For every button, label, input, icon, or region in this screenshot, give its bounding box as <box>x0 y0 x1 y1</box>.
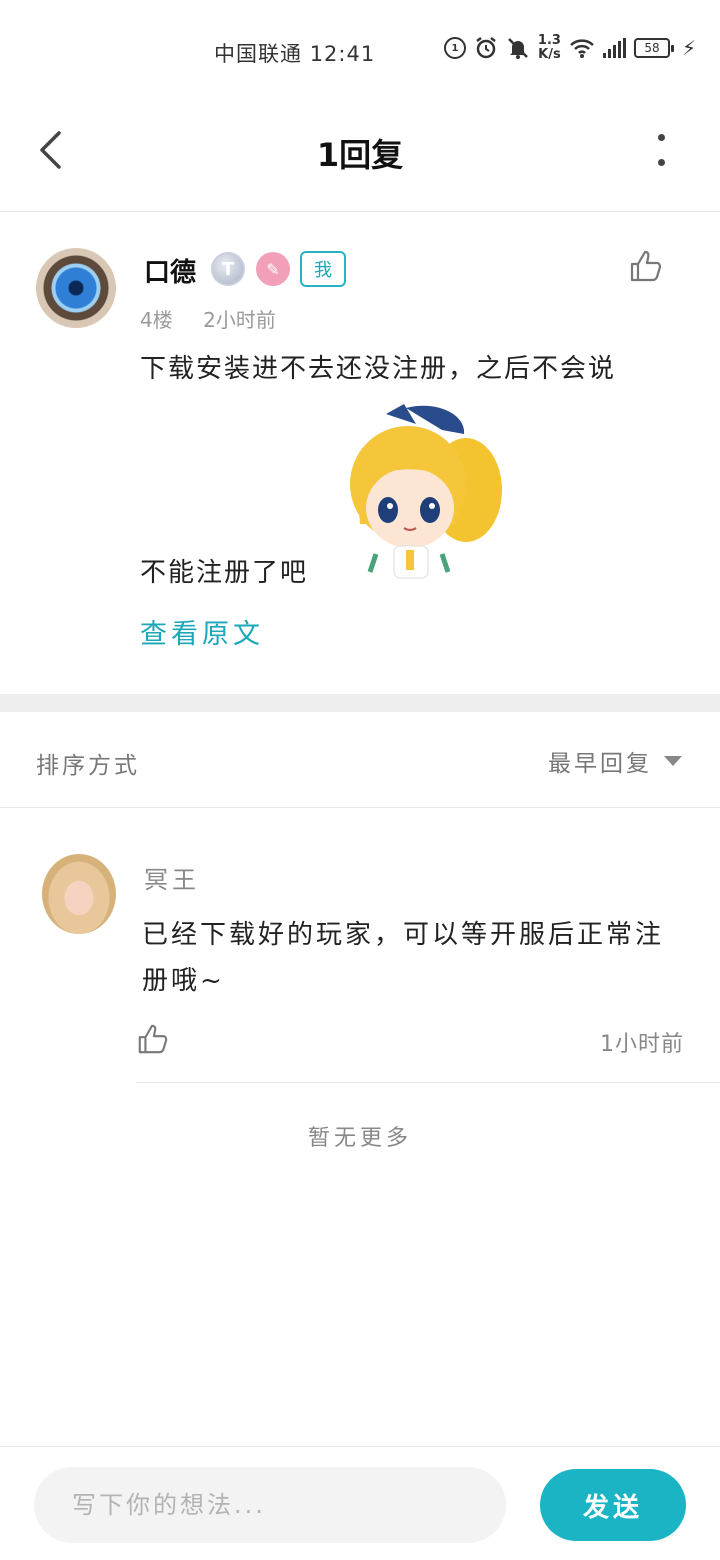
page-title: 1回复 <box>316 136 404 174</box>
sort-row: 排序方式 最早回复 <box>0 712 720 808</box>
reply-divider <box>136 1082 720 1083</box>
reply-author-name[interactable]: 冥王 <box>144 860 200 895</box>
network-speed-unit: K/s <box>538 47 561 62</box>
battery-level: 58 <box>644 41 660 55</box>
more-options-button[interactable] <box>646 134 676 166</box>
sort-label: 排序方式 <box>36 753 140 779</box>
post-text-line1: 下载安装进不去还没注册，之后不会说 <box>140 354 617 384</box>
network-speed-value: 1.3 <box>537 33 561 48</box>
floor-number: 4楼 <box>140 308 173 332</box>
nav-bar: 1回复 <box>0 100 720 212</box>
post-meta: 4楼 2小时前 <box>140 304 300 333</box>
reply-time: 1小时前 <box>600 1032 684 1057</box>
status-carrier: 中国联通 12:41 <box>214 38 375 68</box>
author-avatar[interactable] <box>36 248 116 328</box>
me-badge: 我 <box>300 251 346 287</box>
battery-icon: 58 <box>633 38 674 58</box>
more-dot-icon <box>657 159 665 166</box>
network-speed: 1.3 K/s <box>538 34 561 62</box>
wifi-icon <box>570 39 594 58</box>
more-dot-icon <box>657 134 665 141</box>
comment-bar: 发送 <box>0 1446 720 1560</box>
carrier-name: 中国联通 <box>214 42 302 66</box>
alarm-icon <box>476 37 496 59</box>
reply-text: 已经下载好的玩家，可以等开服后正常注册哦~ <box>142 920 665 996</box>
thumbs-up-icon[interactable] <box>628 248 664 284</box>
reply-author-avatar[interactable] <box>42 854 116 934</box>
post-time: 2小时前 <box>203 308 276 332</box>
charging-icon: ⚡ <box>681 36 696 60</box>
section-divider <box>0 694 720 712</box>
comment-input[interactable] <box>34 1467 506 1543</box>
anime-sticker-image <box>350 404 502 579</box>
ribbon-badge-icon: ✎ <box>256 252 290 286</box>
signal-icon <box>602 38 626 58</box>
send-button[interactable]: 发送 <box>540 1469 686 1541</box>
hd-icon: 1 <box>443 37 466 59</box>
view-original-link[interactable]: 查看原文 <box>140 612 264 651</box>
level-badge-icon: T <box>211 252 245 286</box>
status-icons: 1 1.3 K/s 58 ⚡ <box>443 34 696 62</box>
caret-down-icon <box>664 756 682 766</box>
reply-item: 冥王 已经下载好的玩家，可以等开服后正常注册哦~ 1小时前 <box>0 808 720 1084</box>
status-bar: 中国联通 12:41 1 1.3 K/s 58 ⚡ <box>0 0 720 100</box>
thumbs-up-icon[interactable] <box>136 1022 170 1056</box>
no-more-label: 暂无更多 <box>307 1126 412 1151</box>
post-author-name[interactable]: 口德 <box>144 252 196 289</box>
post-text-line2: 不能注册了吧 <box>140 558 309 588</box>
status-time: 12:41 <box>309 42 376 66</box>
mute-bell-icon <box>508 38 528 59</box>
sort-selected-value: 最早回复 <box>548 751 652 777</box>
sort-dropdown[interactable]: 最早回复 <box>548 744 682 778</box>
original-post: 口德 T ✎ 我 4楼 2小时前 下载安装进不去还没注册，之后不会说 不能注册了… <box>0 212 720 694</box>
